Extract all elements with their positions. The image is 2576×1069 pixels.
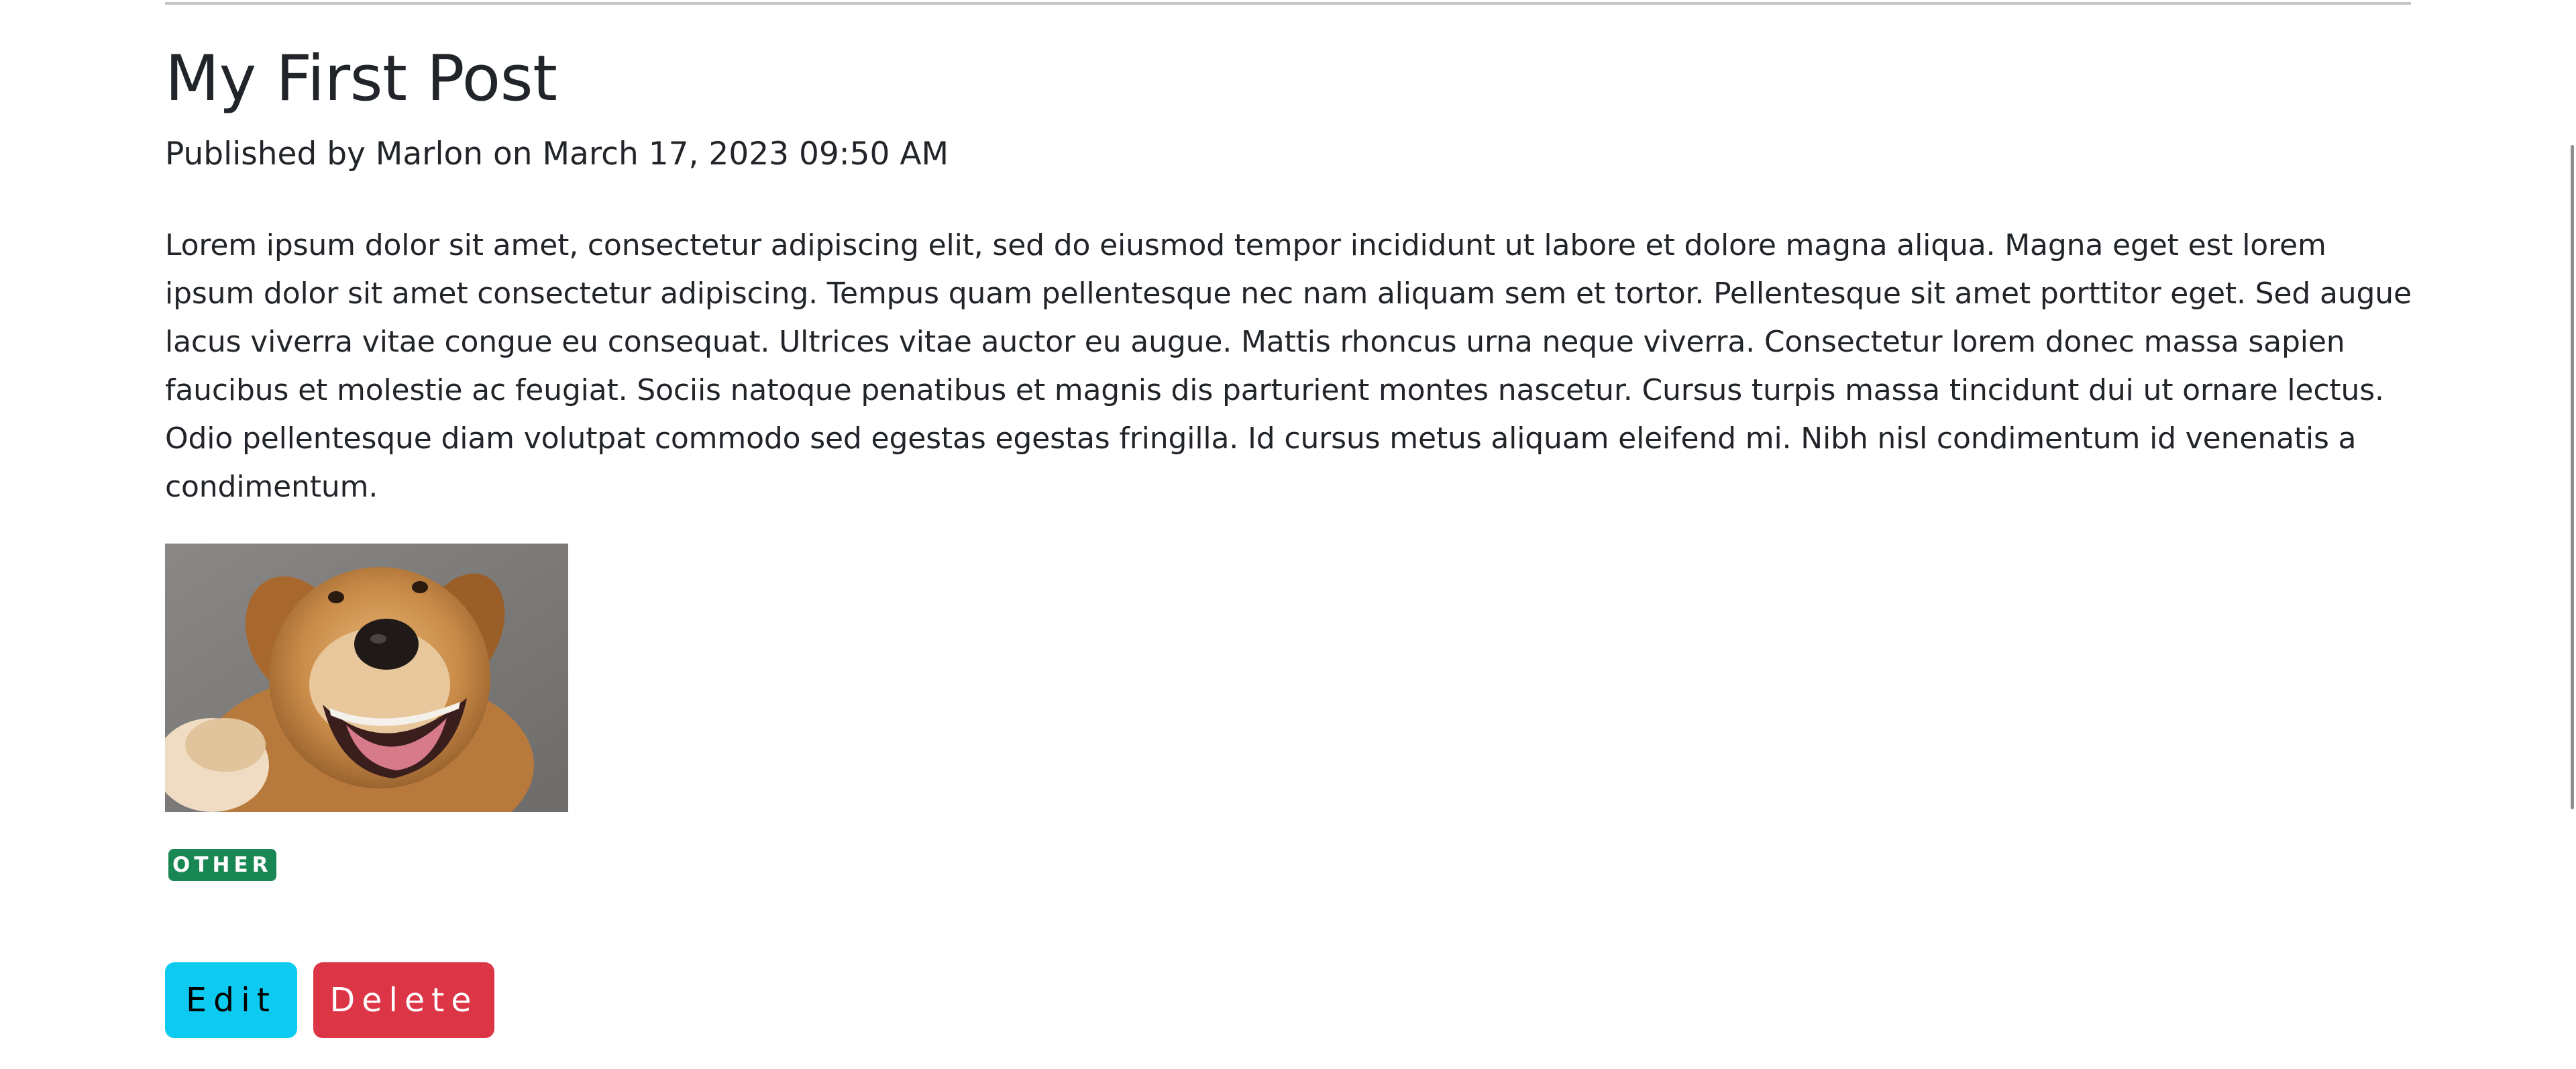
delete-button[interactable]: Delete [313, 962, 494, 1038]
vertical-scrollbar[interactable] [2568, 0, 2576, 1069]
tag-badge: OTHER [168, 849, 276, 881]
post-article: My First Post Published by Marlon on Mar… [165, 40, 2419, 511]
post-title: My First Post [165, 42, 557, 115]
dog-photo [165, 544, 568, 812]
header-divider [165, 2, 2411, 5]
post-actions: Edit Delete [165, 962, 494, 1038]
post-byline: Published by Marlon on March 17, 2023 09… [165, 136, 949, 172]
scrollbar-thumb[interactable] [2571, 145, 2574, 809]
post-body: Lorem ipsum dolor sit amet, consectetur … [165, 228, 2412, 504]
post-detail-page: My First Post Published by Marlon on Mar… [0, 0, 2576, 1069]
post-image [165, 544, 568, 812]
edit-button[interactable]: Edit [165, 962, 297, 1038]
